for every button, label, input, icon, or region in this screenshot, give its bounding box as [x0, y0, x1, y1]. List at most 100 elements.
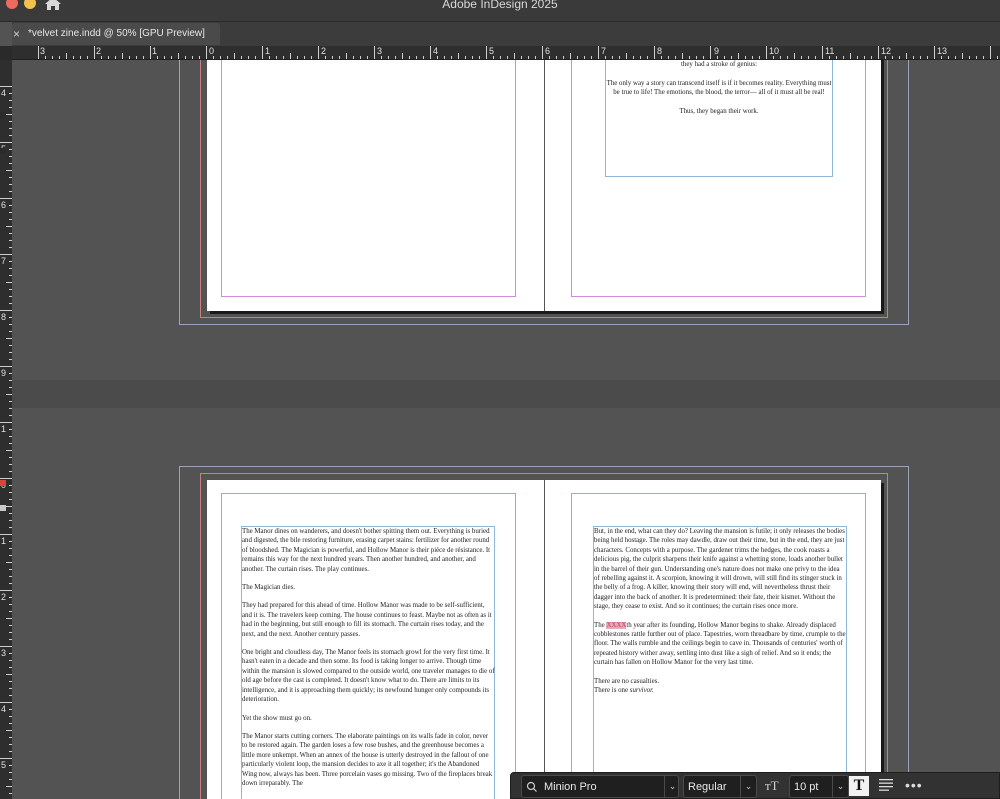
- paragraph-rest: th year after its founding, Hollow Manor…: [594, 621, 846, 667]
- tool-icon[interactable]: [0, 148, 6, 154]
- font-style-field[interactable]: Regular ⌄: [683, 775, 757, 798]
- ruler-tick: [577, 56, 578, 59]
- page-left[interactable]: [207, 60, 544, 311]
- ruler-tick: [794, 53, 795, 59]
- ruler-tick: [556, 56, 557, 59]
- ruler-tick: [703, 56, 704, 59]
- highlighted-text[interactable]: XXXX: [606, 621, 627, 629]
- fill-swatch-icon[interactable]: [0, 480, 6, 486]
- document-tab-title[interactable]: *velvet zine.indd @ 50% [GPU Preview]: [28, 28, 205, 39]
- ruler-label: 12: [881, 46, 892, 56]
- ruler-tick: [423, 56, 424, 59]
- properties-bar: Minion Pro ⌄ Regular ⌄ ᴛT 10 pt ⌄ T •••: [510, 772, 1000, 799]
- page-right[interactable]: But, in the end, what can they do? Leavi…: [544, 480, 881, 799]
- ruler-tick: [444, 56, 445, 59]
- ruler-tick: [290, 53, 291, 59]
- ruler-tick: [941, 56, 942, 59]
- ruler-tick: [920, 56, 921, 59]
- ruler-tick: [360, 56, 361, 59]
- ruler-label: 8: [657, 46, 663, 56]
- chevron-down-icon[interactable]: ⌄: [664, 776, 680, 797]
- ruler-tick: [304, 56, 305, 59]
- ruler-tick: [430, 46, 431, 59]
- ruler-tick: [500, 56, 501, 59]
- ruler-tick: [598, 46, 599, 59]
- ruler-label: 3: [377, 46, 383, 56]
- ruler-tick: [850, 53, 851, 59]
- type-tool-icon[interactable]: [0, 505, 6, 511]
- horizontal-ruler[interactable]: 3 2 1 0 1 2 3 4 5 6 7 8 9 10 11 12 13: [12, 46, 1000, 60]
- ruler-tick: [759, 56, 760, 59]
- page-right[interactable]: indeed. The Magician hemmed and hawed ov…: [544, 60, 881, 311]
- ruler-tick: [374, 46, 375, 59]
- ruler-tick: [213, 56, 214, 59]
- story-text[interactable]: The Manor dines on wanderers, and doesn'…: [242, 527, 495, 797]
- ruler-tick: [234, 53, 235, 59]
- ruler-tick: [157, 56, 158, 59]
- ruler-tick: [871, 56, 872, 59]
- tool-icon[interactable]: [0, 112, 6, 118]
- ruler-tick: [542, 46, 543, 59]
- ruler-tick: [724, 56, 725, 59]
- paragraph: The only way a story can transcend itsel…: [606, 79, 832, 97]
- ruler-tick: [206, 46, 207, 59]
- ruler-tick: [633, 56, 634, 59]
- font-size-icon: ᴛT: [765, 778, 779, 793]
- ruler-label: 5: [489, 46, 495, 56]
- character-formatting-button[interactable]: T: [849, 776, 869, 796]
- ruler-tick: [535, 56, 536, 59]
- ruler-label: 0: [209, 46, 215, 56]
- ruler-tick: [45, 56, 46, 59]
- ruler-tick: [171, 56, 172, 59]
- ruler-tick: [94, 46, 95, 59]
- line: There are no casualties.: [594, 677, 660, 685]
- page-left[interactable]: The Manor dines on wanderers, and doesn'…: [207, 480, 544, 799]
- ruler-tick: [227, 56, 228, 59]
- ruler-tick: [570, 53, 571, 59]
- ruler-tick: [164, 56, 165, 59]
- ruler-label: 2: [96, 46, 102, 56]
- ruler-tick: [675, 56, 676, 59]
- ruler-tick: [696, 56, 697, 59]
- paragraph: Thus, they began their work.: [679, 107, 759, 115]
- story-text[interactable]: But, in the end, what can they do? Leavi…: [594, 527, 847, 705]
- font-family-field[interactable]: Minion Pro ⌄: [521, 775, 679, 798]
- ruler-label: 10: [769, 46, 780, 56]
- emphasis: survivor.: [629, 687, 654, 695]
- paragraph: Yet the show must go on.: [242, 714, 312, 722]
- paragraph: The Magician dies.: [242, 584, 296, 592]
- margin-guide: [221, 60, 516, 297]
- ruler-tick: [864, 56, 865, 59]
- ruler-label: 4: [433, 46, 439, 56]
- tool-strip-edge[interactable]: [0, 60, 8, 799]
- ruler-tick: [745, 56, 746, 59]
- more-options-icon[interactable]: •••: [905, 777, 923, 793]
- ruler-tick: [269, 56, 270, 59]
- ruler-tick: [192, 56, 193, 59]
- chevron-down-icon[interactable]: ⌄: [740, 776, 756, 797]
- pasteboard[interactable]: indeed. The Magician hemmed and hawed ov…: [12, 60, 1000, 799]
- ruler-tick: [52, 56, 53, 59]
- ruler-tick: [479, 56, 480, 59]
- ruler-tick: [605, 56, 606, 59]
- paragraph: The XXXXth year after its founding, Holl…: [594, 621, 847, 668]
- paragraph-align-icon[interactable]: [879, 779, 893, 791]
- ruler-tick: [668, 56, 669, 59]
- close-tab-icon[interactable]: ×: [13, 27, 20, 41]
- ruler-tick: [878, 46, 879, 59]
- chevron-down-icon[interactable]: ⌄: [832, 776, 848, 797]
- story-text[interactable]: indeed. The Magician hemmed and hawed ov…: [606, 60, 832, 125]
- ruler-tick: [262, 46, 263, 59]
- ruler-tick: [647, 56, 648, 59]
- font-size-field[interactable]: 10 pt ⌄: [789, 775, 849, 798]
- ruler-label: 11: [825, 46, 835, 56]
- ruler-tick: [983, 56, 984, 59]
- ruler-tick: [731, 56, 732, 59]
- ruler-origin[interactable]: [0, 46, 12, 60]
- ruler-tick: [934, 46, 935, 59]
- ruler-tick: [780, 56, 781, 59]
- spread-divider: [12, 380, 1000, 408]
- ruler-tick: [969, 56, 970, 59]
- ruler-tick: [59, 56, 60, 59]
- ruler-tick: [66, 53, 67, 59]
